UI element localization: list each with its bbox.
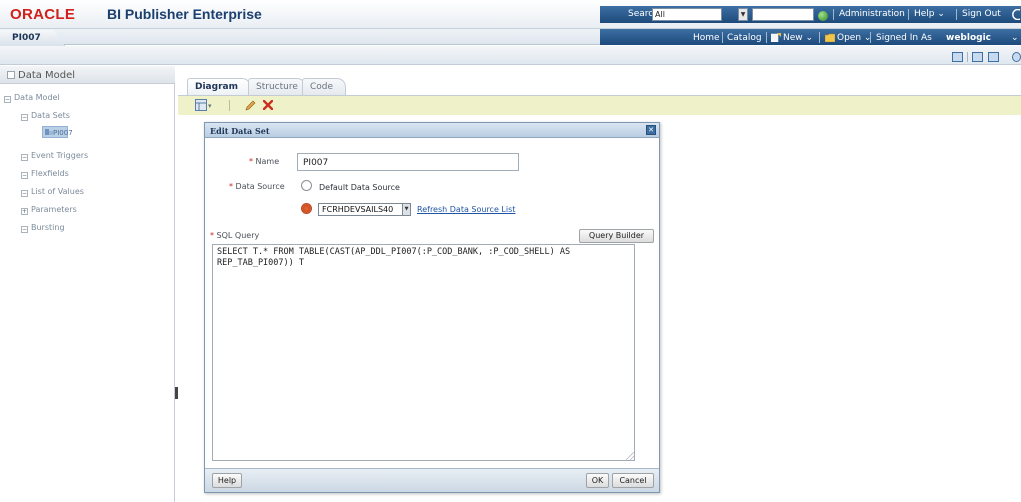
data-source-label: * Data Source: [229, 182, 285, 191]
catalog-link[interactable]: Catalog: [727, 33, 762, 43]
collapse-icon[interactable]: [7, 71, 15, 79]
save-as-icon[interactable]: [988, 52, 999, 62]
panel-splitter-handle[interactable]: [175, 387, 178, 399]
help-button[interactable]: Help: [212, 473, 242, 488]
collapse-icon[interactable]: −: [21, 114, 28, 121]
tree-item-dataset-pi007[interactable]: PI007: [42, 126, 73, 138]
help-icon[interactable]: [1012, 52, 1021, 62]
edit-pencil-icon[interactable]: [245, 100, 256, 111]
user-menu-chevron-icon[interactable]: ⌄: [1011, 33, 1019, 43]
new-icon[interactable]: [771, 33, 781, 42]
search-go-icon[interactable]: [818, 11, 828, 21]
tab-diagram[interactable]: Diagram: [187, 78, 251, 95]
sign-out-icon[interactable]: [1012, 9, 1021, 20]
help-menu[interactable]: Help ⌄: [914, 9, 945, 19]
data-source-dropdown-icon[interactable]: ▼: [402, 203, 411, 216]
data-source-select[interactable]: FCRHDEVSAILS40: [318, 203, 411, 216]
collapse-icon[interactable]: −: [21, 172, 28, 179]
new-dataset-chevron-icon[interactable]: ▾: [208, 100, 212, 112]
collapse-icon[interactable]: −: [21, 190, 28, 197]
ok-button[interactable]: OK: [586, 473, 609, 488]
tab-structure[interactable]: Structure: [248, 78, 306, 95]
diagram-toolbar: [178, 96, 1021, 115]
tab-code[interactable]: Code: [302, 78, 346, 95]
new-dataset-icon[interactable]: [195, 99, 207, 111]
search-input[interactable]: [752, 8, 814, 21]
nav-divider: [819, 32, 820, 43]
save-icon[interactable]: [972, 52, 983, 62]
search-scope-dropdown-icon[interactable]: ▼: [738, 8, 748, 21]
header-divider: [833, 9, 834, 20]
administration-link[interactable]: Administration: [839, 9, 905, 19]
collapse-icon[interactable]: −: [21, 154, 28, 161]
dialog-footer: Help OK Cancel: [205, 468, 659, 492]
query-builder-button[interactable]: Query Builder: [579, 229, 654, 243]
toolbar-divider: [967, 52, 968, 62]
sql-query-label: * SQL Query: [210, 231, 260, 240]
username[interactable]: weblogic: [946, 33, 991, 43]
collapse-icon[interactable]: −: [21, 226, 28, 233]
tree-item-data-model[interactable]: − Data Model: [4, 93, 60, 103]
close-icon[interactable]: ✕: [646, 125, 656, 135]
tree-item-flexfields[interactable]: − Flexfields: [21, 169, 69, 179]
refresh-data-source-link[interactable]: Refresh Data Source List: [417, 205, 515, 214]
open-menu[interactable]: Open ⌄: [837, 33, 871, 43]
edit-data-set-dialog: Edit Data Set ✕ * Name PI007 * Data Sour…: [204, 122, 660, 493]
header-divider: [908, 9, 909, 20]
oracle-logo: ORACLE: [10, 6, 76, 23]
delete-icon[interactable]: [263, 100, 273, 110]
search-scope-select[interactable]: All: [652, 8, 722, 21]
new-menu[interactable]: New ⌄: [783, 33, 813, 43]
nav-divider: [766, 32, 767, 43]
data-model-panel: Data Model: [0, 66, 175, 502]
name-field[interactable]: PI007: [297, 153, 519, 171]
default-data-source-radio[interactable]: [301, 180, 312, 191]
collapse-icon[interactable]: −: [4, 96, 11, 103]
header-divider: [956, 9, 957, 20]
sql-query-textarea[interactable]: SELECT T.* FROM TABLE(CAST(AP_DDL_PI007(…: [212, 244, 635, 461]
folder-icon[interactable]: [825, 33, 835, 42]
product-name: BI Publisher Enterprise: [107, 6, 262, 22]
data-source-list-radio[interactable]: [301, 203, 312, 214]
cancel-button[interactable]: Cancel: [612, 473, 654, 488]
resize-grip-icon[interactable]: [626, 452, 634, 460]
tree-item-parameters[interactable]: + Parameters: [21, 205, 77, 215]
tree-item-list-of-values[interactable]: − List of Values: [21, 187, 84, 197]
export-icon[interactable]: [952, 52, 963, 62]
name-label: * Name: [249, 157, 280, 166]
dataset-icon: [45, 129, 53, 135]
home-link[interactable]: Home: [693, 33, 720, 43]
nav-divider: [870, 32, 871, 43]
expand-icon[interactable]: +: [21, 208, 28, 215]
signed-in-label: Signed In As: [876, 33, 932, 43]
default-data-source-label: Default Data Source: [319, 183, 400, 192]
tree-item-data-sets[interactable]: − Data Sets: [21, 111, 70, 121]
nav-divider: [722, 32, 723, 43]
toolbar-divider: [229, 100, 230, 111]
tree-item-bursting[interactable]: − Bursting: [21, 223, 65, 233]
tree-item-event-triggers[interactable]: − Event Triggers: [21, 151, 88, 161]
sign-out-link[interactable]: Sign Out: [962, 9, 1001, 19]
panel-title: Data Model: [0, 66, 175, 84]
page-toolbar: [0, 46, 1021, 65]
dialog-title: Edit Data Set: [205, 123, 659, 138]
